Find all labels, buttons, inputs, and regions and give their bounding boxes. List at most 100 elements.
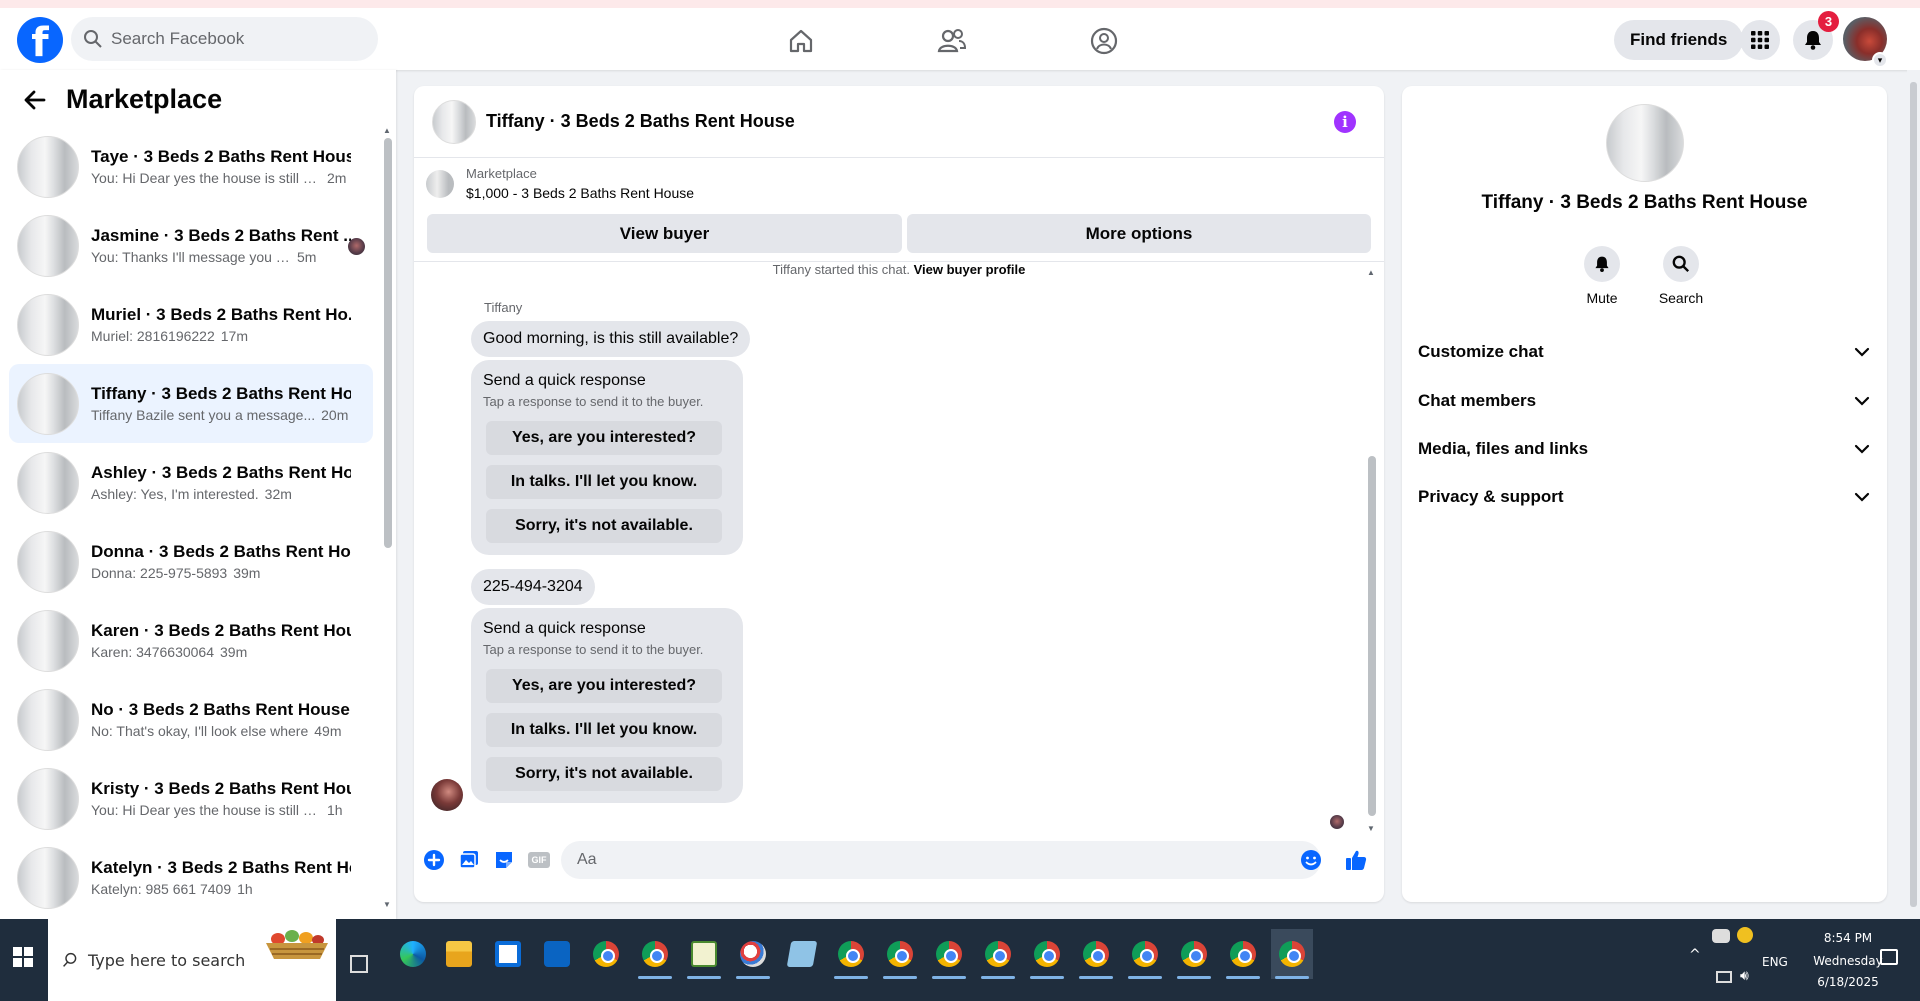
groups-icon[interactable] bbox=[1087, 24, 1121, 58]
conversation-name: Karen · 3 Beds 2 Baths Rent House bbox=[91, 621, 351, 640]
sticker-icon[interactable] bbox=[491, 847, 517, 873]
spreadsheet-taskbar-icon[interactable] bbox=[683, 929, 725, 979]
store-taskbar-icon[interactable] bbox=[487, 929, 529, 979]
language-indicator[interactable]: ENG bbox=[1762, 955, 1788, 969]
network-icon[interactable] bbox=[1716, 971, 1732, 983]
clock-date[interactable]: 6/18/2025 bbox=[1796, 975, 1900, 989]
search-input[interactable] bbox=[111, 29, 351, 49]
message-bubble: 225-494-3204 bbox=[471, 569, 595, 605]
media-files-links-section[interactable]: Media, files and links bbox=[1418, 431, 1870, 467]
quick-response-card: Send a quick response Tap a response to … bbox=[471, 360, 743, 555]
conversation-item[interactable]: Ashley · 3 Beds 2 Baths Rent Ho... Ashle… bbox=[9, 443, 373, 522]
mute-button[interactable]: Mute bbox=[1572, 246, 1632, 306]
chrome-active-taskbar-icon[interactable] bbox=[1271, 929, 1313, 979]
home-icon[interactable] bbox=[784, 24, 818, 58]
facebook-search[interactable] bbox=[71, 17, 378, 61]
notepad-taskbar-icon[interactable] bbox=[781, 929, 823, 979]
chat-scrollbar[interactable] bbox=[1368, 456, 1376, 816]
page-scrollbar-thumb[interactable] bbox=[1910, 82, 1917, 907]
friends-icon[interactable] bbox=[935, 24, 969, 58]
more-options-button[interactable]: More options bbox=[907, 214, 1371, 253]
back-arrow-icon[interactable] bbox=[20, 85, 50, 115]
chat-members-section[interactable]: Chat members bbox=[1418, 383, 1870, 419]
chrome-profile-taskbar-icon[interactable] bbox=[634, 929, 676, 979]
conversation-item[interactable]: Karen · 3 Beds 2 Baths Rent House Karen:… bbox=[9, 601, 373, 680]
scroll-up-arrow[interactable]: ▲ bbox=[383, 126, 391, 135]
conversation-preview: No: That's okay, I'll look else where bbox=[91, 723, 309, 739]
message-input[interactable] bbox=[561, 841, 1321, 879]
quick-response-option[interactable]: Yes, are you interested? bbox=[486, 421, 722, 455]
quick-response-subtitle: Tap a response to send it to the buyer. bbox=[483, 394, 704, 409]
scroll-up-arrow[interactable]: ▲ bbox=[1367, 268, 1375, 277]
chrome-taskbar-icon[interactable] bbox=[879, 929, 921, 979]
quick-response-option[interactable]: In talks. I'll let you know. bbox=[486, 713, 722, 747]
quick-response-option[interactable]: Sorry, it's not available. bbox=[486, 509, 722, 543]
find-friends-button[interactable]: Find friends bbox=[1614, 20, 1744, 60]
chrome-taskbar-icon[interactable] bbox=[928, 929, 970, 979]
sender-avatar[interactable] bbox=[431, 779, 463, 811]
quick-response-option[interactable]: Yes, are you interested? bbox=[486, 669, 722, 703]
view-buyer-profile-link[interactable]: View buyer profile bbox=[914, 262, 1026, 277]
chrome-taskbar-icon[interactable] bbox=[1026, 929, 1068, 979]
chrome-taskbar-icon[interactable] bbox=[1222, 929, 1264, 979]
scroll-down-arrow[interactable]: ▼ bbox=[383, 900, 391, 909]
privacy-support-section[interactable]: Privacy & support bbox=[1418, 479, 1870, 515]
volume-icon[interactable]: 🔊︎ bbox=[1740, 968, 1749, 984]
chrome-taskbar-icon[interactable] bbox=[830, 929, 872, 979]
onedrive-icon[interactable] bbox=[1712, 929, 1730, 943]
conversation-item[interactable]: Donna · 3 Beds 2 Baths Rent Ho... Donna:… bbox=[9, 522, 373, 601]
listing-thumbnail bbox=[426, 169, 454, 198]
chrome-taskbar-icon[interactable] bbox=[977, 929, 1019, 979]
quick-response-subtitle: Tap a response to send it to the buyer. bbox=[483, 642, 704, 657]
conversation-preview: You: Hi Dear yes the house is still av..… bbox=[91, 802, 321, 818]
listing-info[interactable]: Marketplace $1,000 - 3 Beds 2 Baths Rent… bbox=[426, 166, 694, 201]
conversation-item[interactable]: Muriel · 3 Beds 2 Baths Rent Ho... Murie… bbox=[9, 285, 373, 364]
sidebar-scrollbar[interactable] bbox=[384, 138, 392, 548]
conversation-item[interactable]: Kristy · 3 Beds 2 Baths Rent House You: … bbox=[9, 759, 373, 838]
outlook-taskbar-icon[interactable] bbox=[536, 929, 578, 979]
view-buyer-button[interactable]: View buyer bbox=[427, 214, 902, 253]
chevron-down-icon bbox=[1854, 347, 1870, 357]
contact-avatar[interactable] bbox=[1606, 104, 1684, 182]
chrome-taskbar-icon[interactable] bbox=[1075, 929, 1117, 979]
conversation-name: Kristy · 3 Beds 2 Baths Rent House bbox=[91, 779, 351, 798]
chat-avatar[interactable] bbox=[432, 99, 476, 144]
info-icon[interactable]: i bbox=[1334, 111, 1356, 133]
quick-response-option[interactable]: Sorry, it's not available. bbox=[486, 757, 722, 791]
like-thumb-icon[interactable] bbox=[1343, 847, 1369, 873]
emoji-icon[interactable] bbox=[1298, 847, 1324, 873]
conversation-time: 5m bbox=[297, 249, 317, 265]
tray-app-icon[interactable] bbox=[1737, 927, 1753, 943]
paint-taskbar-icon[interactable] bbox=[732, 929, 774, 979]
windows-start-icon[interactable] bbox=[12, 946, 34, 968]
photo-icon[interactable] bbox=[456, 847, 482, 873]
plus-icon[interactable] bbox=[421, 847, 447, 873]
customize-chat-section[interactable]: Customize chat bbox=[1418, 334, 1870, 370]
gif-icon[interactable]: GIF bbox=[526, 847, 552, 873]
conversation-item[interactable]: Jasmine · 3 Beds 2 Baths Rent ... You: T… bbox=[9, 206, 373, 285]
chrome-taskbar-icon[interactable] bbox=[1124, 929, 1166, 979]
chevron-down-icon[interactable]: ▾ bbox=[1872, 52, 1888, 68]
facebook-logo[interactable]: f bbox=[17, 17, 63, 63]
clock-time[interactable]: 8:54 PM bbox=[1808, 931, 1888, 945]
conversation-item-active[interactable]: Tiffany · 3 Beds 2 Baths Rent Ho... Tiff… bbox=[9, 364, 373, 443]
notifications-center-icon[interactable] bbox=[1880, 949, 1898, 965]
chevron-up-icon[interactable]: ^ bbox=[1689, 947, 1701, 963]
edge-taskbar-icon[interactable] bbox=[392, 929, 434, 979]
bell-icon bbox=[1805, 31, 1821, 50]
grid-icon bbox=[1751, 31, 1769, 49]
chrome-taskbar-icon[interactable] bbox=[585, 929, 627, 979]
conversation-item[interactable]: Taye · 3 Beds 2 Baths Rent House You: Hi… bbox=[9, 127, 373, 206]
page-scrollbar[interactable] bbox=[1907, 70, 1920, 919]
search-chat-button[interactable]: Search bbox=[1651, 246, 1711, 306]
conversation-item[interactable]: No · 3 Beds 2 Baths Rent House No: That'… bbox=[9, 680, 373, 759]
chrome-taskbar-icon[interactable] bbox=[1173, 929, 1215, 979]
chat-title[interactable]: Tiffany · 3 Beds 2 Baths Rent House bbox=[486, 111, 795, 132]
task-view-icon[interactable] bbox=[350, 955, 368, 973]
quick-response-option[interactable]: In talks. I'll let you know. bbox=[486, 465, 722, 499]
listing-thumbnail bbox=[17, 135, 79, 198]
menu-grid-button[interactable] bbox=[1740, 20, 1780, 60]
scroll-down-arrow[interactable]: ▼ bbox=[1367, 824, 1375, 833]
conversation-item[interactable]: Katelyn · 3 Beds 2 Baths Rent Ho... Kate… bbox=[9, 838, 373, 917]
file-explorer-taskbar-icon[interactable] bbox=[438, 929, 480, 979]
